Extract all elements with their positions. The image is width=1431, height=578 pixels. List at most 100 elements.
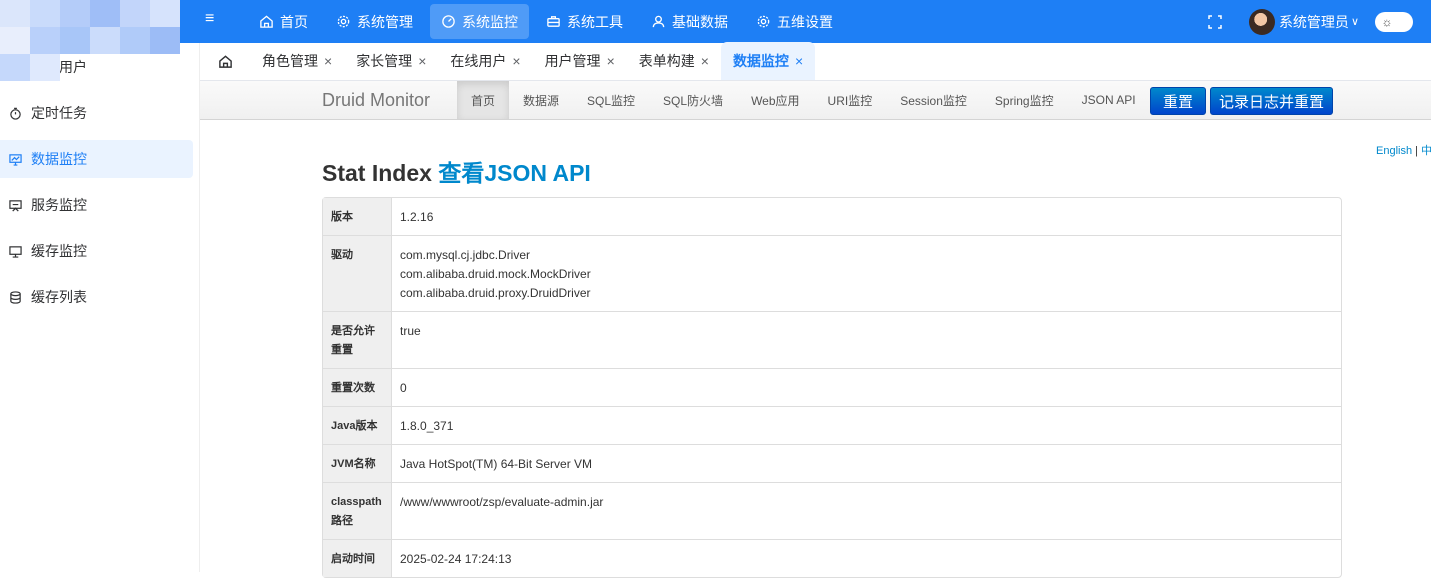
tab-label: 表单构建 [638,53,695,69]
druid-navbar: Druid Monitor 首页 数据源 SQL监控 SQL防火墙 Web应用 … [200,81,1431,120]
stat-value: Java HotSpot(TM) 64-Bit Server VM [392,444,1341,482]
home-icon [260,15,273,28]
close-icon[interactable]: × [795,53,803,69]
stat-key: 启动时间 [323,539,392,577]
driver-line: com.alibaba.druid.proxy.DruidDriver [400,286,591,300]
table-row: 重置次数 0 [323,368,1341,406]
tab-parent-management[interactable]: 家长管理 × [344,42,438,80]
stat-key: 版本 [323,198,392,235]
theme-toggle[interactable]: ☼ [1375,11,1413,32]
json-api-link[interactable]: 查看JSON API [438,160,591,186]
table-row: 是否允许重置 true [323,311,1341,368]
druid-nav-session-monitor[interactable]: Session监控 [886,81,981,119]
tab-data-monitor[interactable]: 数据监控 × [720,42,816,80]
cache-monitor-icon [9,245,22,258]
tab-label: 在线用户 [450,53,507,69]
sidebar-item-data-monitor[interactable]: 数据监控 [0,140,193,178]
top-header: ≡ 首页 系统管理 系统监控 系统工具 基础数据 五维设置 系统管理员 ∨ ☼ [0,0,1431,81]
avatar[interactable] [1248,8,1275,35]
sidebar-item-label: 服务监控 [31,197,87,213]
user-name[interactable]: 系统管理员 [1279,12,1349,32]
stat-value: 0 [392,368,1341,406]
table-row: Java版本 1.8.0_371 [323,406,1341,444]
sidebar-item-service-monitor[interactable]: 服务监控 [0,186,193,224]
table-row: 驱动 com.mysql.cj.jdbc.Driver com.alibaba.… [323,235,1341,311]
sidebar: 在线用户 定时任务 数据监控 服务监控 缓存监控 缓存列表 [0,43,200,572]
sidebar-item-label: 定时任务 [31,105,87,121]
stat-value: true [392,311,1341,368]
sidebar-item-label: 数据监控 [31,151,87,167]
reset-button[interactable]: 重置 [1150,87,1206,115]
top-nav-label: 系统管理 [357,13,413,30]
tab-label: 角色管理 [262,53,318,69]
top-nav-item-home[interactable]: 首页 [248,4,319,39]
druid-nav-sql-monitor[interactable]: SQL监控 [573,81,649,119]
druid-nav-uri-monitor[interactable]: URI监控 [814,81,887,119]
stat-key: 重置次数 [323,368,392,406]
close-icon[interactable]: × [701,53,709,69]
gauge-icon [442,15,455,28]
log-and-reset-button[interactable]: 记录日志并重置 [1210,87,1333,115]
gear-icon [337,15,350,28]
database-icon [10,290,21,304]
fullscreen-icon[interactable] [1207,14,1223,30]
header-right: 系统管理员 ∨ ☼ [1207,0,1413,43]
top-nav-item-basic-data[interactable]: 基础数据 [640,4,739,39]
stat-key: 是否允许重置 [323,311,392,368]
druid-nav-spring-monitor[interactable]: Spring监控 [981,81,1068,119]
stat-value: 1.2.16 [400,210,434,224]
lang-english-link[interactable]: English [1376,145,1412,157]
top-nav-item-system-monitor[interactable]: 系统监控 [430,4,529,39]
top-nav-label: 基础数据 [672,13,728,30]
top-nav: 首页 系统管理 系统监控 系统工具 基础数据 五维设置 [248,0,844,43]
stat-value: com.mysql.cj.jdbc.Driver com.alibaba.dru… [392,235,1341,311]
driver-line: com.mysql.cj.jdbc.Driver [400,248,531,262]
sidebar-item-cache-monitor[interactable]: 缓存监控 [0,232,193,270]
close-icon[interactable]: × [324,53,332,69]
druid-nav-sql-firewall[interactable]: SQL防火墙 [649,81,737,119]
sun-icon: ☼ [1381,14,1393,29]
stat-key: classpath路径 [323,482,392,539]
language-switch: English | 中 [1376,142,1431,158]
table-row: 启动时间 2025-02-24 17:24:13 [323,539,1341,577]
druid-nav-web-app[interactable]: Web应用 [737,81,813,119]
druid-nav-json-api[interactable]: JSON API [1068,81,1150,119]
druid-brand[interactable]: Druid Monitor [322,90,430,111]
lang-chinese-link[interactable]: 中 [1421,145,1431,157]
top-nav-item-five-dim-settings[interactable]: 五维设置 [745,4,844,39]
druid-nav-datasource[interactable]: 数据源 [509,81,573,119]
close-icon[interactable]: × [607,53,615,69]
server-monitor-icon [9,199,22,211]
tab-form-builder[interactable]: 表单构建 × [627,42,721,80]
top-nav-label: 系统工具 [567,13,623,30]
sidebar-item-scheduled-tasks[interactable]: 定时任务 [0,94,193,132]
gear-icon [757,15,770,28]
chevron-down-icon[interactable]: ∨ [1351,15,1359,28]
top-nav-label: 系统监控 [462,13,518,30]
tab-role-management[interactable]: 角色管理 × [250,42,344,80]
tab-user-management[interactable]: 用户管理 × [533,42,627,80]
page-title: Stat Index 查看JSON API [322,154,591,188]
sidebar-item-label: 缓存监控 [31,243,87,259]
blurred-logo [0,0,208,81]
sidebar-item-label: 缓存列表 [31,289,87,305]
stat-value: 1.8.0_371 [392,406,1341,444]
druid-nav-home[interactable]: 首页 [457,81,510,119]
stat-value: 2025-02-24 17:24:13 [392,539,1341,577]
hamburger-icon[interactable]: ≡ [205,10,214,28]
top-nav-label: 首页 [280,13,308,30]
monitor-icon [9,153,22,166]
page-title-text: Stat Index [322,160,432,186]
lang-separator: | [1415,145,1418,157]
top-nav-item-system-tools[interactable]: 系统工具 [535,4,634,39]
close-icon[interactable]: × [418,53,426,69]
table-row: JVM名称 Java HotSpot(TM) 64-Bit Server VM [323,444,1341,482]
home-icon [218,54,232,68]
top-nav-item-system-admin[interactable]: 系统管理 [325,4,424,39]
toolbox-icon [547,16,560,27]
sidebar-item-cache-list[interactable]: 缓存列表 [0,278,193,316]
close-icon[interactable]: × [512,53,520,69]
tab-online-users[interactable]: 在线用户 × [438,42,532,80]
stat-table: 版本 1.2.16 驱动 com.mysql.cj.jdbc.Driver co… [322,197,1342,578]
stat-value: /www/wwwroot/zsp/evaluate-admin.jar [392,482,1341,539]
